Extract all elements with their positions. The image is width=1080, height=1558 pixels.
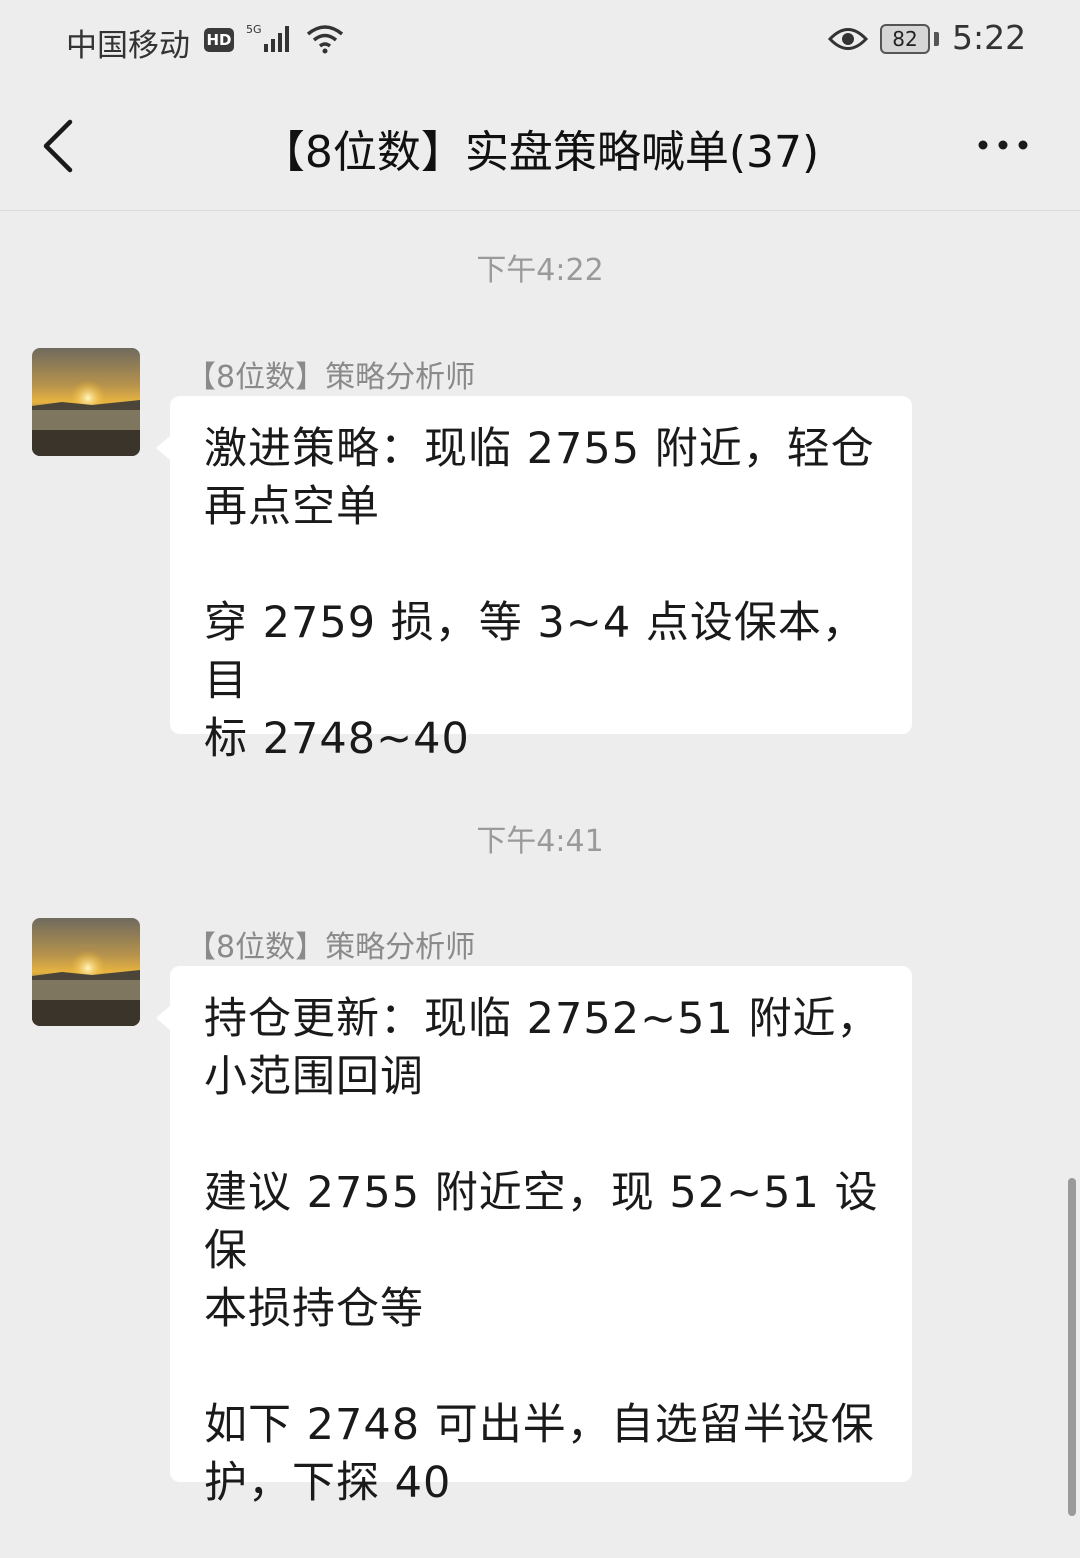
status-time: 5:22 (952, 18, 1027, 57)
sender-name: 【8位数】策略分析师 (186, 930, 476, 965)
message-bubble[interactable]: 持仓更新：现临 2752~51 附近， 小范围回调 建议 2755 附近空，现 … (156, 966, 912, 1508)
scrollbar[interactable] (1068, 1178, 1076, 1516)
carrier-label: 中国移动 (66, 28, 190, 64)
message-line: 标 2748~40 (204, 714, 470, 764)
network-type-label: 5G (246, 23, 262, 36)
status-bar: 中国移动 HD 5G 82 5:22 (0, 0, 1080, 82)
message-line: 激进策略：现临 2755 附近，轻仓 (204, 424, 875, 474)
more-options-button[interactable] (970, 132, 1036, 158)
message-line: 本损持仓等 (204, 1284, 424, 1334)
sunset-avatar-image (32, 918, 140, 1026)
eye-icon (828, 28, 868, 50)
back-button[interactable] (36, 118, 82, 174)
battery-tip (934, 32, 939, 46)
message-line: 建议 2755 附近空，现 52~51 设保 (204, 1168, 879, 1276)
signal-icon: 5G (246, 23, 289, 52)
message-line: 如下 2748 可出半，自选留半设保 (204, 1400, 875, 1450)
battery-indicator: 82 (880, 24, 930, 54)
sender-avatar[interactable] (32, 348, 140, 456)
message-line: 护，下探 40 (204, 1458, 452, 1508)
message-timestamp: 下午4:41 (476, 824, 604, 859)
sunset-avatar-image (32, 348, 140, 456)
chat-header: 【8位数】实盘策略喊单(37) (0, 82, 1080, 211)
chat-title: 【8位数】实盘策略喊单(37) (260, 127, 820, 178)
wifi-icon (306, 25, 344, 54)
hd-badge: HD (204, 28, 234, 52)
message-bubble[interactable]: 激进策略：现临 2755 附近，轻仓 再点空单 穿 2759 损，等 3~4 点… (156, 396, 912, 764)
message-line: 持仓更新：现临 2752~51 附近， (204, 994, 881, 1044)
sender-avatar[interactable] (32, 918, 140, 1026)
message-line: 再点空单 (204, 482, 380, 532)
message-timestamp: 下午4:22 (476, 253, 604, 288)
message-line: 穿 2759 损，等 3~4 点设保本，目 (204, 598, 866, 706)
message-line: 小范围回调 (204, 1052, 424, 1102)
sender-name: 【8位数】策略分析师 (186, 360, 476, 395)
